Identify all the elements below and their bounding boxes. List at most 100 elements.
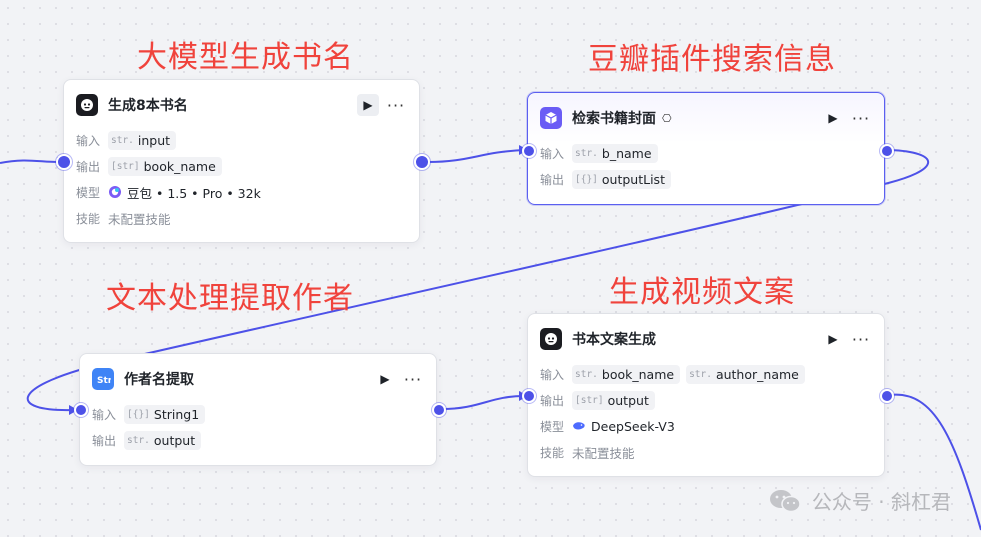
output-handle[interactable]	[880, 144, 894, 158]
variable-name: book_name	[601, 366, 675, 382]
variable-tag[interactable]: str. author_name	[686, 364, 805, 384]
type-prefix: str.	[689, 368, 712, 380]
annotation-generate-titles: 大模型生成书名	[137, 40, 354, 75]
annotation-video-copy: 生成视频文案	[609, 275, 795, 310]
skills-label: 技能	[540, 445, 565, 460]
variable-name: String1	[153, 406, 200, 422]
variable-tag[interactable]: [{}] String1	[124, 404, 206, 424]
play-icon: ▶	[828, 111, 838, 125]
skills-row: 技能 未配置技能	[540, 439, 872, 465]
output-label: 输出	[92, 433, 117, 448]
node-search-cover[interactable]: 检索书籍封面 ⎔ ▶ ··· 输入 str. b_name 输出 [{}] outp…	[527, 92, 885, 205]
model-row: 模型 豆包 • 1.5 • Pro • 32k	[76, 179, 407, 205]
text-process-icon: Str	[92, 368, 114, 390]
node-title: 书本文案生成	[572, 332, 656, 348]
output-handle[interactable]	[880, 389, 894, 403]
node-extract-author[interactable]: Str 作者名提取 ▶ ··· 输入 [{}] String1 输出 str. ou…	[79, 353, 437, 466]
input-row: 输入 str. input	[76, 127, 407, 153]
play-icon: ▶	[380, 372, 390, 386]
variable-tag[interactable]: [str] output	[572, 390, 655, 410]
deepseek-whale-icon	[573, 422, 585, 430]
svg-text:Str: Str	[97, 376, 111, 386]
more-dots-icon: ···	[851, 108, 871, 128]
input-handle[interactable]	[56, 154, 72, 170]
variable-name: output	[153, 432, 196, 448]
skills-row: 技能 未配置技能	[76, 205, 407, 231]
output-row: 输出 [str] book_name	[76, 153, 407, 179]
type-prefix: str.	[111, 134, 134, 146]
skills-value: 未配置技能	[572, 445, 635, 461]
more-dots-icon: ···	[403, 369, 423, 389]
input-row: 输入 str. b_name	[540, 140, 872, 166]
input-label: 输入	[540, 367, 565, 382]
play-icon: ▶	[828, 332, 838, 346]
type-prefix: str.	[127, 434, 150, 446]
type-prefix: [{}]	[127, 408, 150, 420]
input-handle[interactable]	[522, 144, 536, 158]
annotation-douban-search: 豆瓣插件搜索信息	[588, 42, 836, 77]
more-options-button[interactable]: ···	[385, 94, 407, 116]
input-row: 输入 str. book_name str. author_name	[540, 361, 872, 387]
llm-robot-icon	[540, 328, 562, 350]
variable-tag[interactable]: str. b_name	[572, 143, 658, 163]
type-prefix: [{}]	[575, 173, 598, 185]
node-title: 生成8本书名	[108, 98, 188, 114]
output-handle[interactable]	[432, 403, 446, 417]
watermark-text: 公众号 · 斜杠君	[811, 490, 951, 514]
node-title: 作者名提取	[124, 372, 194, 388]
type-prefix: [str]	[111, 160, 140, 172]
edge-entry-to-generate	[0, 159, 58, 164]
skills-label: 技能	[76, 211, 101, 226]
annotation-extract-author: 文本处理提取作者	[106, 281, 354, 316]
variable-name: output	[607, 392, 649, 408]
variable-name: outputList	[601, 171, 665, 187]
node-generate-books[interactable]: 生成8本书名 ▶ ··· 输入 str. input 输出 [str] book_n…	[63, 79, 420, 243]
variable-name: book_name	[143, 158, 216, 174]
more-dots-icon: ···	[386, 95, 406, 115]
variable-name: author_name	[715, 366, 799, 382]
input-handle[interactable]	[74, 403, 88, 417]
type-prefix: str.	[575, 147, 598, 159]
output-row: 输出 [{}] outputList	[540, 166, 872, 192]
variable-name: b_name	[601, 145, 652, 161]
skills-value: 未配置技能	[108, 211, 171, 227]
output-label: 输出	[76, 159, 101, 174]
output-row: 输出 [str] output	[540, 387, 872, 413]
output-row: 输出 str. output	[92, 427, 424, 453]
type-prefix: str.	[575, 368, 598, 380]
input-label: 输入	[540, 146, 565, 161]
model-label: 模型	[540, 419, 565, 434]
variable-name: input	[137, 132, 171, 148]
node-book-copy[interactable]: 书本文案生成 ▶ ··· 输入 str. book_name str. author…	[527, 313, 885, 477]
variable-tag[interactable]: [str] book_name	[108, 156, 222, 176]
batch-icon: ⎔	[662, 111, 672, 125]
input-handle[interactable]	[522, 389, 536, 403]
type-prefix: [str]	[575, 394, 604, 406]
play-icon: ▶	[363, 98, 373, 112]
run-button[interactable]: ▶	[374, 368, 396, 390]
variable-tag[interactable]: str. input	[108, 130, 177, 150]
variable-tag[interactable]: [{}] outputList	[572, 169, 671, 189]
output-label: 输出	[540, 172, 565, 187]
edge-generate-to-search	[427, 149, 525, 163]
model-label: 模型	[76, 185, 101, 200]
input-label: 输入	[92, 407, 117, 422]
run-button[interactable]: ▶	[822, 107, 844, 129]
run-button[interactable]: ▶	[357, 94, 379, 116]
variable-tag[interactable]: str. book_name	[572, 364, 681, 384]
output-handle[interactable]	[414, 154, 430, 170]
more-options-button[interactable]: ···	[850, 328, 872, 350]
more-dots-icon: ···	[851, 329, 871, 349]
more-options-button[interactable]: ···	[402, 368, 424, 390]
plugin-cube-icon	[540, 107, 562, 129]
more-options-button[interactable]: ···	[850, 107, 872, 129]
model-name: 豆包 • 1.5 • Pro • 32k	[127, 185, 261, 201]
input-label: 输入	[76, 133, 101, 148]
node-title: 检索书籍封面	[572, 111, 656, 127]
input-row: 输入 [{}] String1	[92, 401, 424, 427]
output-label: 输出	[540, 393, 565, 408]
watermark: 公众号 · 斜杠君	[768, 486, 951, 515]
variable-tag[interactable]: str. output	[124, 430, 202, 450]
run-button[interactable]: ▶	[822, 328, 844, 350]
edge-extract-to-copy	[441, 395, 525, 410]
